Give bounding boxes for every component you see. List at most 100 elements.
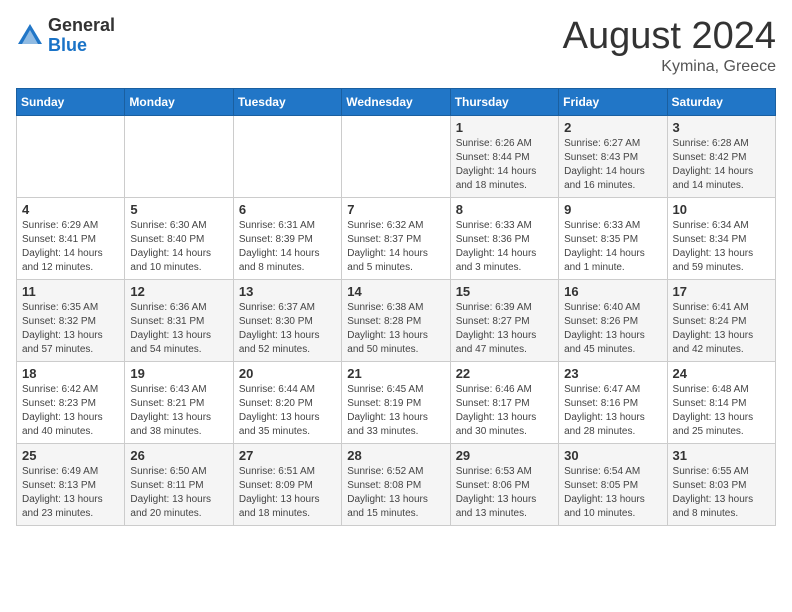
weekday-header: Thursday [450,88,558,115]
day-number: 8 [456,202,553,217]
day-number: 22 [456,366,553,381]
calendar-cell: 21 Sunrise: 6:45 AM Sunset: 8:19 PM Dayli… [342,361,450,443]
day-info: Sunrise: 6:37 AM Sunset: 8:30 PM Dayligh… [239,301,336,357]
day-number: 19 [130,366,227,381]
day-info: Sunrise: 6:54 AM Sunset: 8:05 PM Dayligh… [564,465,661,521]
weekday-header: Friday [559,88,667,115]
day-number: 16 [564,284,661,299]
day-info: Sunrise: 6:31 AM Sunset: 8:39 PM Dayligh… [239,219,336,275]
day-info: Sunrise: 6:55 AM Sunset: 8:03 PM Dayligh… [673,465,770,521]
day-info: Sunrise: 6:34 AM Sunset: 8:34 PM Dayligh… [673,219,770,275]
calendar-cell: 10 Sunrise: 6:34 AM Sunset: 8:34 PM Dayli… [667,197,775,279]
day-number: 25 [22,448,119,463]
calendar-cell: 25 Sunrise: 6:49 AM Sunset: 8:13 PM Dayli… [17,443,125,525]
day-info: Sunrise: 6:53 AM Sunset: 8:06 PM Dayligh… [456,465,553,521]
calendar-cell: 5 Sunrise: 6:30 AM Sunset: 8:40 PM Daylig… [125,197,233,279]
calendar-cell: 2 Sunrise: 6:27 AM Sunset: 8:43 PM Daylig… [559,115,667,197]
calendar-cell: 27 Sunrise: 6:51 AM Sunset: 8:09 PM Dayli… [233,443,341,525]
calendar-cell: 15Sunrise: 6:39 AM Sunset: 8:27 PM Dayli… [450,279,558,361]
calendar-cell: 29 Sunrise: 6:53 AM Sunset: 8:06 PM Dayli… [450,443,558,525]
calendar-cell: 31 Sunrise: 6:55 AM Sunset: 8:03 PM Dayli… [667,443,775,525]
month-year: August 2024 [563,16,776,58]
day-number: 18 [22,366,119,381]
day-number: 13 [239,284,336,299]
day-number: 3 [673,120,770,135]
calendar-cell [342,115,450,197]
day-number: 4 [22,202,119,217]
calendar-cell [125,115,233,197]
logo-text: General Blue [48,16,115,56]
calendar-cell: 9 Sunrise: 6:33 AM Sunset: 8:35 PM Daylig… [559,197,667,279]
weekday-header: Monday [125,88,233,115]
day-number: 5 [130,202,227,217]
calendar-cell: 20 Sunrise: 6:44 AM Sunset: 8:20 PM Dayli… [233,361,341,443]
calendar-cell [233,115,341,197]
calendar-cell: 22Sunrise: 6:46 AM Sunset: 8:17 PM Dayli… [450,361,558,443]
day-info: Sunrise: 6:27 AM Sunset: 8:43 PM Dayligh… [564,137,661,193]
day-info: Sunrise: 6:43 AM Sunset: 8:21 PM Dayligh… [130,383,227,439]
day-number: 24 [673,366,770,381]
calendar-cell: 7Sunrise: 6:32 AM Sunset: 8:37 PM Daylig… [342,197,450,279]
day-number: 20 [239,366,336,381]
day-number: 23 [564,366,661,381]
calendar-cell: 19 Sunrise: 6:43 AM Sunset: 8:21 PM Dayli… [125,361,233,443]
calendar-header: SundayMondayTuesdayWednesdayThursdayFrid… [17,88,776,115]
day-number: 7 [347,202,444,217]
day-number: 31 [673,448,770,463]
calendar-cell [17,115,125,197]
day-info: Sunrise: 6:45 AM Sunset: 8:19 PM Dayligh… [347,383,444,439]
day-info: Sunrise: 6:41 AM Sunset: 8:24 PM Dayligh… [673,301,770,357]
day-info: Sunrise: 6:36 AM Sunset: 8:31 PM Dayligh… [130,301,227,357]
calendar-cell: 11 Sunrise: 6:35 AM Sunset: 8:32 PM Dayli… [17,279,125,361]
day-info: Sunrise: 6:29 AM Sunset: 8:41 PM Dayligh… [22,219,119,275]
weekday-header: Wednesday [342,88,450,115]
day-number: 29 [456,448,553,463]
day-number: 17 [673,284,770,299]
calendar-cell: 26 Sunrise: 6:50 AM Sunset: 8:11 PM Dayli… [125,443,233,525]
logo-blue-text: Blue [48,36,115,56]
calendar-cell: 17 Sunrise: 6:41 AM Sunset: 8:24 PM Dayli… [667,279,775,361]
day-info: Sunrise: 6:38 AM Sunset: 8:28 PM Dayligh… [347,301,444,357]
day-number: 26 [130,448,227,463]
day-number: 21 [347,366,444,381]
calendar-cell: 16 Sunrise: 6:40 AM Sunset: 8:26 PM Dayli… [559,279,667,361]
weekday-row: SundayMondayTuesdayWednesdayThursdayFrid… [17,88,776,115]
title-block: August 2024 Kymina, Greece [563,16,776,76]
day-number: 1 [456,120,553,135]
weekday-header: Tuesday [233,88,341,115]
calendar-cell: 1Sunrise: 6:26 AM Sunset: 8:44 PM Daylig… [450,115,558,197]
day-info: Sunrise: 6:33 AM Sunset: 8:36 PM Dayligh… [456,219,553,275]
day-info: Sunrise: 6:47 AM Sunset: 8:16 PM Dayligh… [564,383,661,439]
day-number: 12 [130,284,227,299]
calendar-cell: 23 Sunrise: 6:47 AM Sunset: 8:16 PM Dayli… [559,361,667,443]
calendar-cell: 28Sunrise: 6:52 AM Sunset: 8:08 PM Dayli… [342,443,450,525]
day-info: Sunrise: 6:50 AM Sunset: 8:11 PM Dayligh… [130,465,227,521]
day-number: 28 [347,448,444,463]
day-number: 30 [564,448,661,463]
day-info: Sunrise: 6:33 AM Sunset: 8:35 PM Dayligh… [564,219,661,275]
day-info: Sunrise: 6:44 AM Sunset: 8:20 PM Dayligh… [239,383,336,439]
calendar-cell: 24 Sunrise: 6:48 AM Sunset: 8:14 PM Dayli… [667,361,775,443]
day-number: 14 [347,284,444,299]
day-info: Sunrise: 6:51 AM Sunset: 8:09 PM Dayligh… [239,465,336,521]
day-info: Sunrise: 6:42 AM Sunset: 8:23 PM Dayligh… [22,383,119,439]
calendar-body: 1Sunrise: 6:26 AM Sunset: 8:44 PM Daylig… [17,115,776,525]
day-number: 2 [564,120,661,135]
calendar-cell: 14 Sunrise: 6:38 AM Sunset: 8:28 PM Dayli… [342,279,450,361]
day-number: 27 [239,448,336,463]
day-info: Sunrise: 6:35 AM Sunset: 8:32 PM Dayligh… [22,301,119,357]
day-info: Sunrise: 6:40 AM Sunset: 8:26 PM Dayligh… [564,301,661,357]
calendar-cell: 6Sunrise: 6:31 AM Sunset: 8:39 PM Daylig… [233,197,341,279]
weekday-header: Sunday [17,88,125,115]
day-info: Sunrise: 6:49 AM Sunset: 8:13 PM Dayligh… [22,465,119,521]
day-number: 9 [564,202,661,217]
day-info: Sunrise: 6:48 AM Sunset: 8:14 PM Dayligh… [673,383,770,439]
day-number: 10 [673,202,770,217]
day-info: Sunrise: 6:30 AM Sunset: 8:40 PM Dayligh… [130,219,227,275]
day-number: 11 [22,284,119,299]
location: Kymina, Greece [563,58,776,76]
calendar-cell: 18 Sunrise: 6:42 AM Sunset: 8:23 PM Dayli… [17,361,125,443]
calendar-table: SundayMondayTuesdayWednesdayThursdayFrid… [16,88,776,526]
calendar-week-row: 4 Sunrise: 6:29 AM Sunset: 8:41 PM Daylig… [17,197,776,279]
day-info: Sunrise: 6:39 AM Sunset: 8:27 PM Dayligh… [456,301,553,357]
